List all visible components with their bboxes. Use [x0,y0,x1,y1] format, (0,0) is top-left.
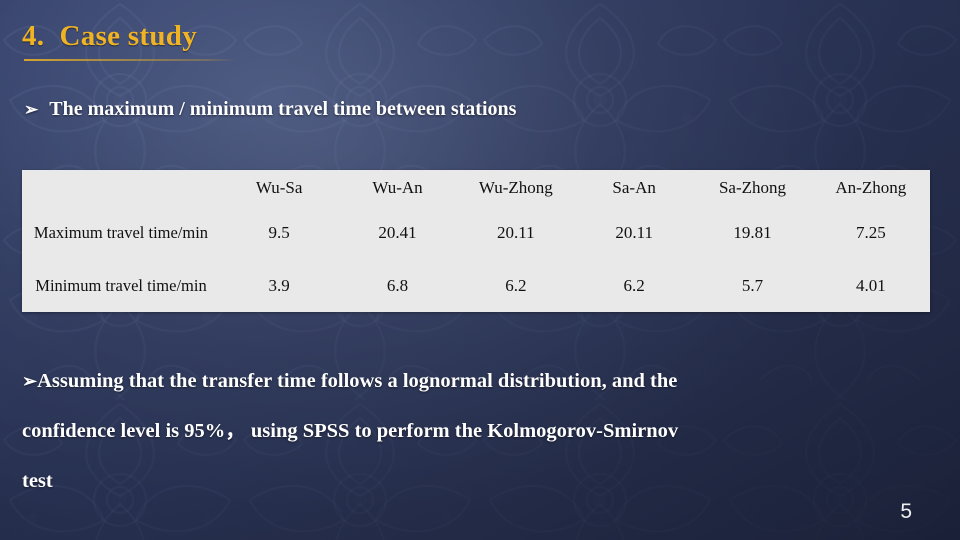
cell-min-an-zhong: 4.01 [855,275,886,295]
cell-min-wu-sa: 3.9 [268,275,290,295]
cell-min-sa-zhong: 5.7 [741,275,764,295]
table-corner-cell [22,170,220,206]
cell-max-wu-an: 20.41 [378,222,417,242]
column-header-an-zhong: An-Zhong [835,178,907,197]
cell-max-sa-zhong: 19.81 [733,222,772,242]
table-row: Maximum travel time/min 9.5 20.41 20.11 … [22,206,930,259]
arrow-bullet-outline-icon: ➢ [24,100,39,119]
cell-min-sa-an: 6.2 [623,275,645,295]
page-title: 4. Case study [22,20,197,52]
cell-min-wu-zhong: 6.2 [505,275,527,295]
body-line-1: ➢Assuming that the transfer time follows… [22,356,934,406]
body-line-2: confidence level is 95%， using SPSS to p… [22,420,679,442]
travel-time-table-grid: Wu-Sa Wu-An Wu-Zhong Sa-An Sa-Zhong An-Z… [22,170,930,312]
table-header: Wu-Sa Wu-An Wu-Zhong Sa-An Sa-Zhong An-Z… [22,170,930,206]
travel-time-table: Wu-Sa Wu-An Wu-Zhong Sa-An Sa-Zhong An-Z… [22,170,930,312]
cell-max-an-zhong: 7.25 [855,222,886,242]
subtitle-bullet-line: ➢ The maximum / minimum travel time betw… [24,98,516,121]
body-paragraph: ➢Assuming that the transfer time follows… [22,356,934,506]
table-row: Minimum travel time/min 3.9 6.8 6.2 6.2 … [22,259,930,312]
body-line-1-text: Assuming that the transfer time follows … [37,370,678,392]
row-label-maximum-travel-time: Maximum travel time/min [33,222,209,242]
page-number: 5 [900,500,912,523]
cell-max-wu-sa: 9.5 [268,222,290,242]
table-body: Maximum travel time/min 9.5 20.41 20.11 … [22,206,930,312]
cell-min-wu-an: 6.8 [386,275,409,295]
column-header-sa-an: Sa-An [612,178,656,197]
body-line-3: test [22,470,53,492]
column-header-wu-an: Wu-An [372,178,423,197]
column-header-wu-sa: Wu-Sa [255,178,303,197]
row-label-minimum-travel-time: Minimum travel time/min [35,275,207,295]
arrow-bullet-solid-icon: ➢ [22,371,38,391]
column-header-wu-zhong: Wu-Zhong [478,178,553,197]
subtitle-label: The maximum / minimum travel time betwee… [49,98,517,120]
title-underline [24,59,236,61]
table-header-row: Wu-Sa Wu-An Wu-Zhong Sa-An Sa-Zhong An-Z… [22,170,930,206]
cell-max-wu-zhong: 20.11 [497,222,535,242]
column-header-sa-zhong: Sa-Zhong [718,178,786,197]
cell-max-sa-an: 20.11 [615,222,653,242]
slide-canvas: 4. Case study ➢ The maximum / minimum tr… [0,0,960,540]
